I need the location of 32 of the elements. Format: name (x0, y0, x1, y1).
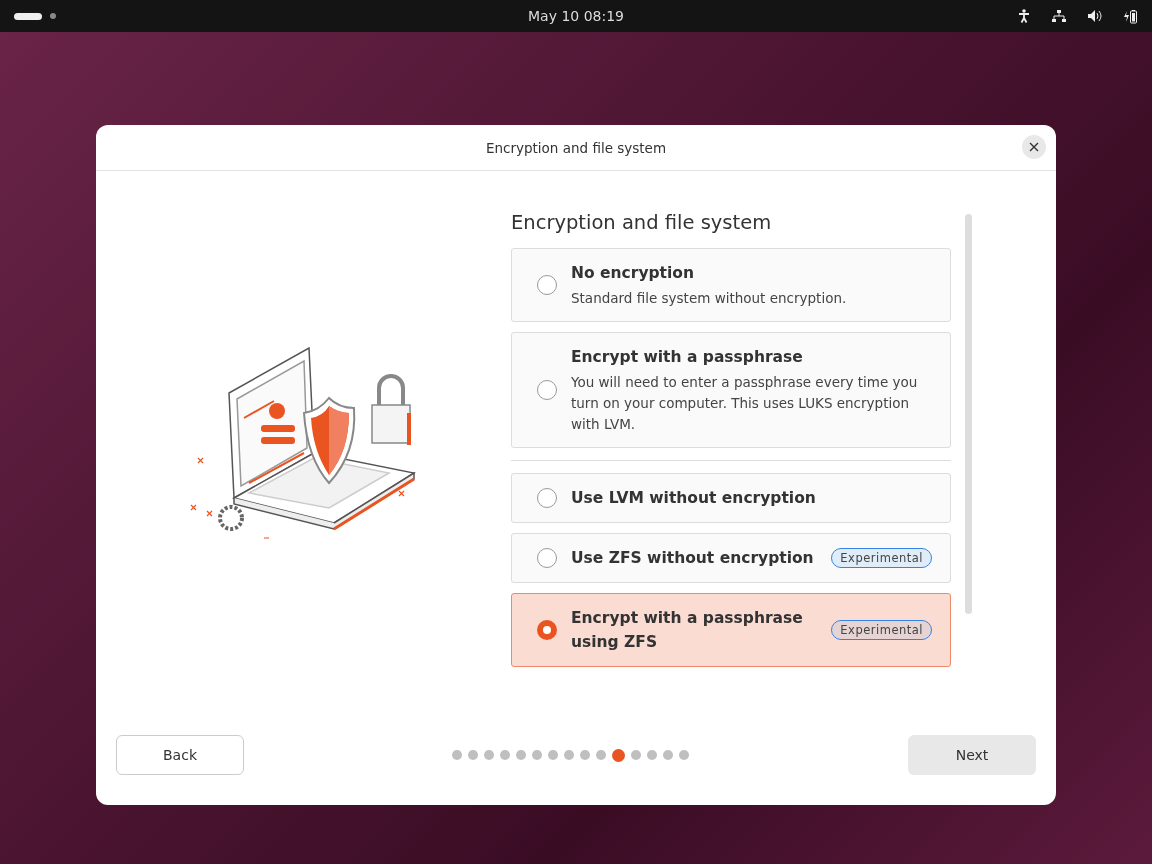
option-title: Use ZFS without encryption (571, 548, 815, 569)
accessibility-icon[interactable] (1018, 9, 1030, 23)
page-heading: Encryption and file system (511, 211, 773, 234)
radio-button[interactable] (537, 548, 557, 568)
battery-icon[interactable] (1124, 8, 1138, 24)
option-card[interactable]: Encrypt with a passphrase using ZFS Experimental (511, 593, 951, 667)
scrollbar[interactable] (965, 214, 972, 614)
radio-button[interactable] (537, 275, 557, 295)
radio-button[interactable] (537, 380, 557, 400)
option-card[interactable]: Use ZFS without encryption Experimental (511, 533, 951, 583)
experimental-badge: Experimental (831, 620, 932, 640)
radio-button[interactable] (537, 620, 557, 640)
option-description: Standard file system without encryption. (571, 289, 848, 308)
option-title: Encrypt with a passphrase using ZFS (571, 608, 804, 653)
volume-icon[interactable] (1088, 10, 1102, 22)
workspace-dot (50, 13, 56, 19)
option-card[interactable]: No encryption Standard file system without encryption. (511, 248, 951, 322)
option-title: No encryption (571, 263, 695, 284)
experimental-badge: Experimental (831, 548, 932, 568)
close-button[interactable] (1022, 135, 1046, 159)
next-button[interactable]: Next (908, 735, 1036, 775)
option-title: Encrypt with a passphrase (571, 347, 804, 368)
activities-indicator[interactable] (14, 12, 42, 20)
option-card[interactable]: Use LVM without encryption (511, 473, 951, 523)
back-button[interactable]: Back (116, 735, 244, 775)
option-description: You will need to enter a passphrase every time you turn on your computer. This uses LUKS encryption with LVM. (571, 373, 919, 434)
radio-button[interactable] (537, 488, 557, 508)
option-title: Use LVM without encryption (571, 488, 817, 509)
window-title: Encryption and file system (485, 139, 667, 156)
close-icon (1029, 142, 1039, 152)
network-icon[interactable] (1052, 10, 1066, 22)
option-card[interactable]: Encrypt with a passphrase You will need to enter a passphrase every time you turn on your computer. This uses LUKS encryption with LVM. (511, 332, 951, 448)
